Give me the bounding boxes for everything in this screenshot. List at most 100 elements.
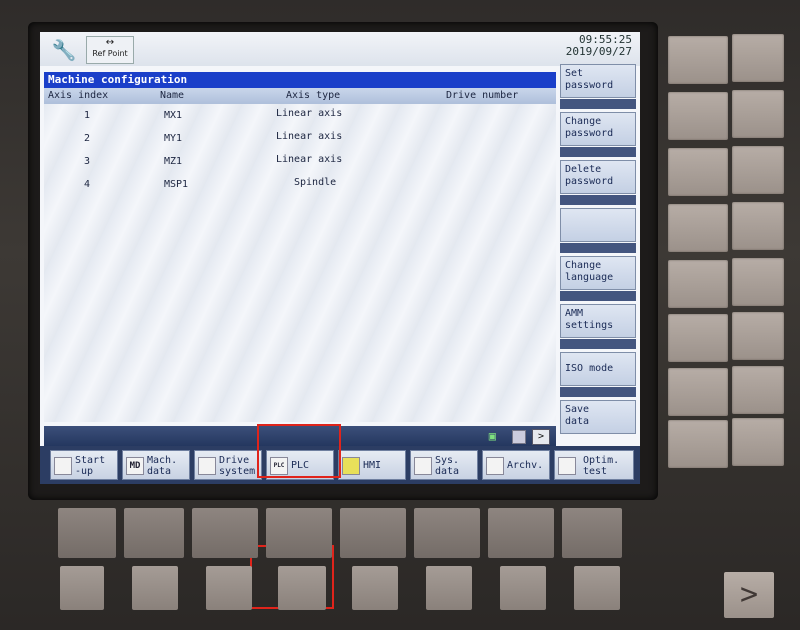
softkey-label: data (565, 416, 590, 427)
top-bar: 🔧 ↔ Ref Point 09:55:25 2019/09/27 (40, 32, 640, 66)
ref-point-button[interactable]: ↔ Ref Point (86, 36, 134, 64)
vertical-hardkey-6[interactable] (668, 314, 728, 362)
table-row[interactable]: 4 MSP1 Spindle (44, 175, 556, 195)
status-box (512, 430, 526, 444)
axis-type: Linear axis (276, 131, 343, 142)
softkey-label: HMI (363, 460, 382, 471)
softkey-label: Change (565, 260, 602, 271)
softkey-label: Change (565, 116, 602, 127)
softkey-divider (560, 339, 636, 349)
next-page-button[interactable]: > (532, 429, 550, 445)
ref-point-arrow-icon: ↔ (105, 37, 115, 48)
horizontal-hardkey-upper-3 (192, 508, 258, 558)
optim-test-softkey[interactable]: Optim. test (554, 450, 634, 480)
axis-index: 1 (84, 110, 91, 121)
vertical-hardkey-8b (732, 418, 784, 466)
wrench-icon[interactable]: 🔧 (48, 38, 80, 62)
vertical-hardkey-1[interactable] (668, 36, 728, 84)
softkey-divider (560, 147, 636, 157)
axis-index: 3 (84, 156, 91, 167)
drive-icon (198, 457, 216, 475)
softkey-divider (560, 387, 636, 397)
softkey-label: password (565, 80, 614, 91)
mach-data-softkey[interactable]: MD Mach. data (122, 450, 190, 480)
column-header: Name (160, 90, 185, 101)
axis-type: Linear axis (276, 154, 343, 165)
menu-extend-key[interactable]: > (724, 572, 774, 618)
horizontal-hardkey-upper-2 (124, 508, 184, 558)
softkey-label: ISO mode (565, 363, 614, 374)
softkey-label: Sys. (435, 455, 460, 466)
drive-system-softkey[interactable]: Drive system (194, 450, 262, 480)
column-header: Axis type (286, 90, 341, 101)
change-language-softkey[interactable]: Change language (560, 256, 636, 290)
ref-point-label: Ref Point (92, 49, 128, 58)
horizontal-hardkey-7[interactable] (500, 566, 546, 610)
change-password-softkey[interactable]: Change password (560, 112, 636, 146)
empty-softkey[interactable] (560, 208, 636, 242)
axis-type: Linear axis (276, 108, 343, 119)
plc-highlight (257, 424, 341, 478)
startup-icon (54, 457, 72, 475)
column-header: Axis index (48, 90, 109, 101)
table-header: Axis index Name Axis type Drive number (44, 88, 556, 104)
vertical-hardkey-7[interactable] (668, 368, 728, 416)
vertical-hardkey-1b (732, 34, 784, 82)
vertical-hardkey-7b (732, 366, 784, 414)
iso-mode-softkey[interactable]: ISO mode (560, 352, 636, 386)
softkey-label: Optim. (583, 455, 620, 466)
horizontal-hardkey-1[interactable] (60, 566, 104, 610)
table-row[interactable]: 2 MY1 Linear axis (44, 129, 556, 149)
softkey-label: Delete (565, 164, 602, 175)
axis-index: 2 (84, 133, 91, 144)
horizontal-hardkey-upper-7 (488, 508, 554, 558)
softkey-label: Set (565, 68, 584, 79)
horizontal-hardkey-upper-1 (58, 508, 116, 558)
amm-settings-softkey[interactable]: AMM settings (560, 304, 636, 338)
horizontal-hardkey-8[interactable] (574, 566, 620, 610)
save-data-softkey[interactable]: Save data (560, 400, 636, 434)
set-password-softkey[interactable]: Set password (560, 64, 636, 98)
softkey-label: Drive (219, 455, 250, 466)
horizontal-hardkey-4-plc[interactable] (278, 566, 326, 610)
table-row[interactable]: 3 MZ1 Linear axis (44, 152, 556, 172)
hmi-softkey[interactable]: HMI (338, 450, 406, 480)
softkey-label: test (583, 466, 608, 477)
horizontal-hardkey-upper-5 (340, 508, 406, 558)
axis-name: MX1 (164, 110, 183, 121)
page-title: Machine configuration (44, 72, 556, 88)
axis-name: MZ1 (164, 156, 183, 167)
startup-softkey[interactable]: Start -up (50, 450, 118, 480)
axis-name: MY1 (164, 133, 183, 144)
horizontal-hardkey-6[interactable] (426, 566, 472, 610)
horizontal-hardkey-5[interactable] (352, 566, 398, 610)
axis-table-body: 1 MX1 Linear axis 2 MY1 Linear axis 3 MZ… (44, 104, 556, 422)
softkey-label: password (565, 176, 614, 187)
softkey-label: Mach. (147, 455, 178, 466)
softkey-label: language (565, 272, 614, 283)
axis-type: Spindle (294, 177, 337, 188)
table-row[interactable]: 1 MX1 Linear axis (44, 106, 556, 126)
vertical-hardkey-5[interactable] (668, 260, 728, 308)
vertical-hardkey-4[interactable] (668, 204, 728, 252)
vertical-hardkey-8[interactable] (668, 420, 728, 468)
softkey-label: settings (565, 320, 614, 331)
delete-password-softkey[interactable]: Delete password (560, 160, 636, 194)
network-status-icon: ▣ (488, 429, 496, 443)
vertical-hardkey-5b (732, 258, 784, 306)
softkey-divider (560, 291, 636, 301)
axis-index: 4 (84, 179, 91, 190)
archive-icon (486, 457, 504, 475)
horizontal-hardkey-3[interactable] (206, 566, 252, 610)
vertical-hardkey-6b (732, 312, 784, 360)
archive-softkey[interactable]: Archv. (482, 450, 550, 480)
softkey-divider (560, 195, 636, 205)
vertical-hardkey-3[interactable] (668, 148, 728, 196)
vertical-hardkey-2[interactable] (668, 92, 728, 140)
horizontal-hardkey-2[interactable] (132, 566, 178, 610)
column-header: Drive number (446, 90, 519, 101)
axis-name: MSP1 (164, 179, 189, 190)
hmi-icon (342, 457, 360, 475)
vertical-softkey-bar: Set password Change password Delete pass… (560, 64, 638, 446)
sys-data-softkey[interactable]: Sys. data (410, 450, 478, 480)
